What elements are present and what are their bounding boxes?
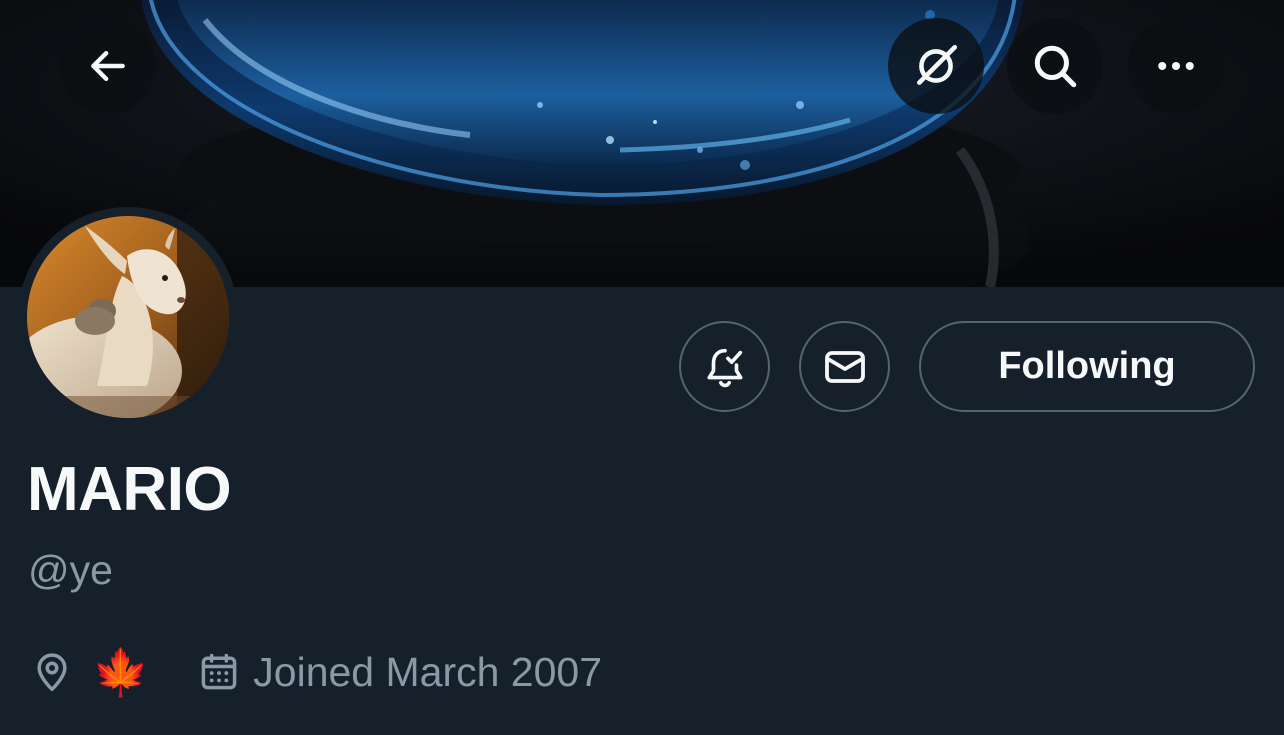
grok-icon [917, 44, 958, 85]
back-button[interactable] [60, 18, 156, 114]
notifications-button[interactable] [679, 321, 770, 412]
bell-check-icon [706, 348, 743, 387]
calendar-icon [201, 653, 237, 690]
envelope-icon [824, 350, 865, 383]
more-options-button[interactable] [1128, 18, 1224, 114]
display-name: MARIO [27, 455, 232, 524]
joined-date: Joined March 2007 [253, 649, 603, 695]
handle: @ye [28, 547, 113, 593]
profile-meta: 🍁 Joined March 2007 [30, 644, 602, 700]
grok-button[interactable] [888, 18, 984, 114]
joined-item: Joined March 2007 [197, 644, 602, 700]
following-button[interactable]: Following [919, 321, 1255, 412]
following-label: Following [998, 345, 1176, 387]
arrow-left-icon [91, 50, 125, 82]
location-item: 🍁 [30, 644, 149, 700]
profile-page: Following MARIO @ye 🍁 Joined March 2007 [0, 0, 1284, 735]
location-pin-icon [37, 653, 67, 692]
search-button[interactable] [1007, 18, 1103, 114]
location-value: 🍁 [92, 645, 150, 699]
more-horizontal-icon [1158, 61, 1194, 71]
avatar-image [27, 216, 229, 418]
search-icon [1034, 45, 1077, 88]
message-button[interactable] [799, 321, 890, 412]
avatar[interactable] [27, 216, 229, 418]
